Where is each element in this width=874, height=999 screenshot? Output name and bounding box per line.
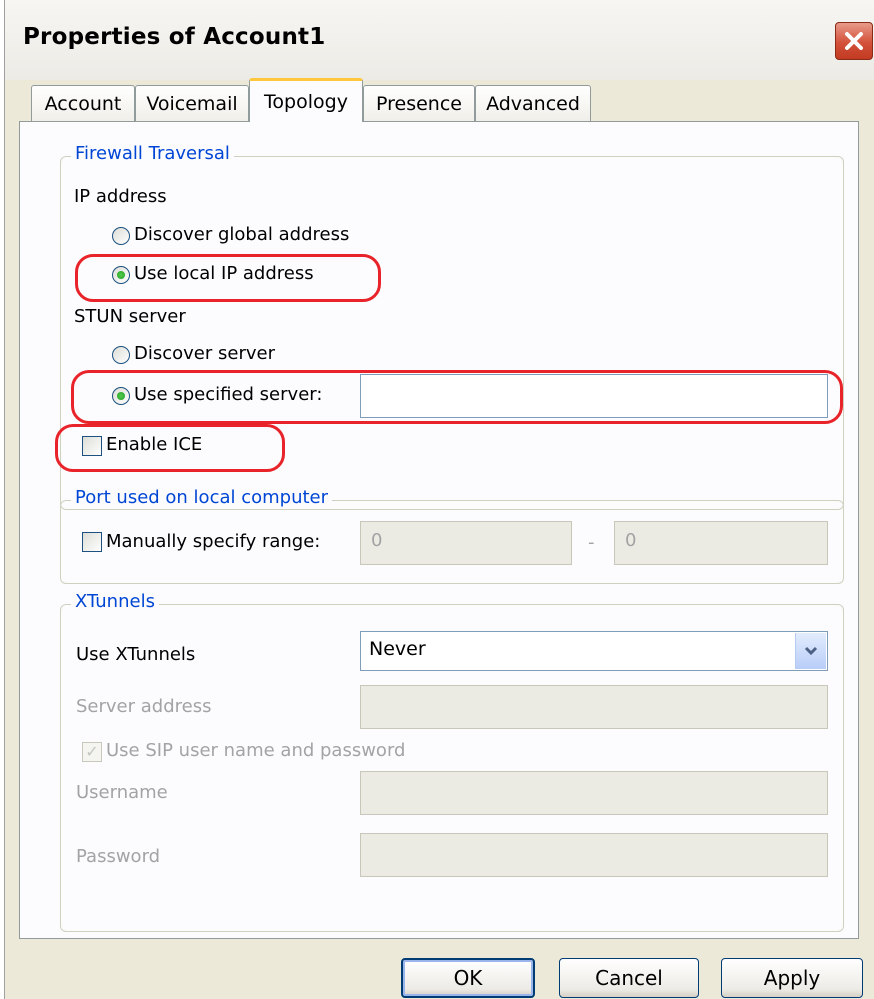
highlight-enable-ice (55, 424, 285, 472)
server-address-label: Server address (76, 696, 212, 717)
use-sip-credentials-label[interactable]: Use SIP user name and password (106, 740, 405, 761)
tab-topology[interactable]: Topology (249, 78, 363, 122)
ip-address-label: IP address (74, 186, 167, 207)
tab-voicemail[interactable]: Voicemail (135, 85, 249, 121)
discover-global-address-radio[interactable] (112, 227, 130, 245)
use-sip-credentials-checkbox[interactable]: ✓ (82, 742, 102, 762)
tab-advanced[interactable]: Advanced (475, 85, 591, 121)
tab-presence[interactable]: Presence (363, 85, 475, 121)
chevron-down-icon[interactable] (795, 633, 826, 669)
close-button[interactable] (835, 22, 873, 60)
port-legend: Port used on local computer (71, 487, 333, 508)
username-label: Username (76, 782, 168, 803)
check-icon: ✓ (85, 742, 99, 761)
use-xtunnels-value: Never (369, 638, 426, 660)
manually-specify-range-label[interactable]: Manually specify range: (106, 531, 320, 552)
discover-server-label[interactable]: Discover server (134, 343, 275, 364)
use-xtunnels-select[interactable]: Never (360, 631, 828, 671)
stun-server-label: STUN server (74, 306, 186, 327)
close-icon (836, 23, 872, 59)
password-label: Password (76, 846, 161, 867)
port-range-from-input[interactable]: 0 (360, 521, 572, 565)
ok-button[interactable]: OK (401, 958, 535, 998)
properties-dialog: Properties of Account1 Account Voicemail… (4, 0, 874, 999)
highlight-use-specified-server (71, 370, 843, 424)
topology-panel: Firewall Traversal IP address Discover g… (19, 121, 859, 939)
title-bar: Properties of Account1 (5, 0, 874, 80)
username-input[interactable] (360, 771, 828, 815)
server-address-input[interactable] (360, 685, 828, 729)
port-range-separator: - (588, 532, 595, 553)
discover-server-radio[interactable] (112, 346, 130, 364)
use-xtunnels-label: Use XTunnels (76, 644, 196, 665)
window-title: Properties of Account1 (23, 24, 326, 50)
firewall-traversal-legend: Firewall Traversal (71, 143, 234, 164)
xtunnels-legend: XTunnels (71, 591, 159, 612)
tab-account[interactable]: Account (31, 85, 135, 121)
cancel-button[interactable]: Cancel (559, 958, 699, 998)
apply-button[interactable]: Apply (721, 958, 863, 998)
highlight-use-local-ip (75, 254, 381, 302)
discover-global-address-label[interactable]: Discover global address (134, 224, 349, 245)
port-range-to-input[interactable]: 0 (614, 521, 828, 565)
password-input[interactable] (360, 833, 828, 877)
manually-specify-range-checkbox[interactable] (82, 532, 102, 552)
